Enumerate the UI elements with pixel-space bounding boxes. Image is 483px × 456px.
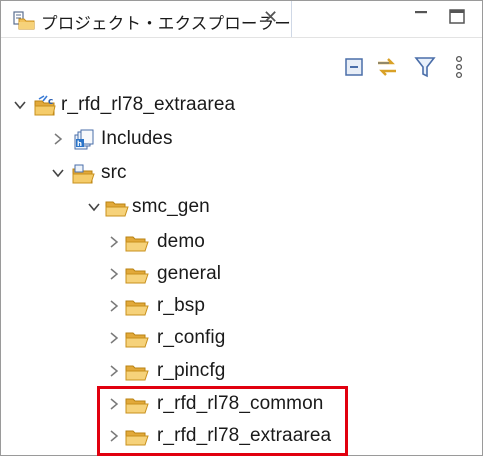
project-explorer-panel: プロジェクト・エクスプローラー ✕ c r_rfd_rl78_extraarea… [0, 0, 483, 456]
collapse-all-icon[interactable] [343, 55, 367, 79]
tab-project-explorer[interactable]: プロジェクト・エクスプローラー ✕ [1, 1, 292, 37]
filter-icon[interactable] [413, 55, 437, 79]
tree-item-smc-gen[interactable]: smc_gen [1, 193, 481, 227]
tree-item-src[interactable]: src [1, 159, 481, 193]
folder-open-icon [105, 197, 129, 219]
tree-item-label: Includes [101, 128, 173, 149]
tree-item-r-bsp[interactable]: r_bsp [1, 292, 481, 326]
source-folder-icon [72, 163, 96, 185]
tree-item-label: r_rfd_rl78_extraarea [61, 94, 236, 115]
tree-item-label: r_bsp [157, 295, 206, 316]
highlight-box [97, 386, 348, 456]
link-with-editor-icon[interactable] [375, 55, 401, 79]
chevron-right-icon[interactable] [51, 132, 65, 146]
chevron-right-icon[interactable] [107, 299, 121, 313]
tree-item-label: r_config [157, 327, 226, 348]
svg-text:h: h [77, 140, 82, 148]
tree-item-general[interactable]: general [1, 260, 481, 294]
folder-open-icon [125, 328, 149, 350]
tree-item-r-config[interactable]: r_config [1, 324, 481, 358]
tab-title: プロジェクト・エクスプローラー [41, 15, 292, 33]
tree-item-includes[interactable]: h Includes [1, 125, 481, 159]
tree-item-label: src [101, 162, 127, 183]
folder-open-icon [125, 264, 149, 286]
tree-item-label: demo [157, 231, 205, 252]
close-icon[interactable]: ✕ [263, 7, 278, 28]
tree-item-project[interactable]: c r_rfd_rl78_extraarea [1, 91, 481, 125]
folder-open-icon [125, 232, 149, 254]
tree-item-label: general [157, 263, 222, 284]
tree-item-label: r_pincfg [157, 360, 226, 381]
includes-icon: h [72, 129, 96, 151]
minimize-icon[interactable] [412, 7, 432, 27]
chevron-right-icon[interactable] [107, 331, 121, 345]
folder-open-icon [125, 361, 149, 383]
view-menu-icon[interactable] [453, 55, 465, 79]
chevron-down-icon[interactable] [13, 98, 27, 112]
chevron-down-icon[interactable] [87, 200, 101, 214]
tree-item-demo[interactable]: demo [1, 228, 481, 262]
svg-text:c: c [48, 97, 53, 107]
tree-item-label: smc_gen [132, 196, 210, 217]
c-project-folder-icon: c [34, 95, 58, 117]
project-explorer-icon [13, 10, 35, 30]
view-tab-bar: プロジェクト・エクスプローラー ✕ [1, 1, 482, 38]
folder-open-icon [125, 296, 149, 318]
chevron-down-icon[interactable] [51, 166, 65, 180]
maximize-icon[interactable] [447, 7, 467, 27]
chevron-right-icon[interactable] [107, 267, 121, 281]
chevron-right-icon[interactable] [107, 364, 121, 378]
chevron-right-icon[interactable] [107, 235, 121, 249]
